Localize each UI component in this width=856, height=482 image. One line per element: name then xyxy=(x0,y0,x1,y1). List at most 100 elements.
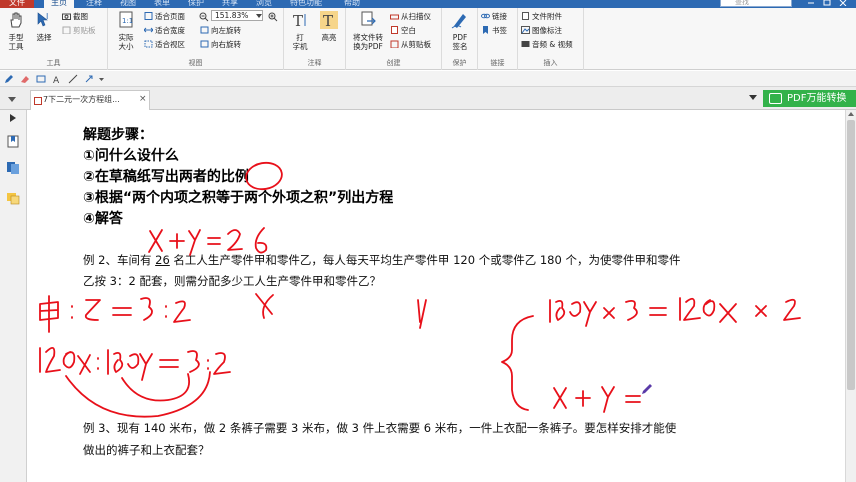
tab-protect[interactable]: 保护 xyxy=(188,0,204,8)
link-label: 链接 xyxy=(492,12,507,21)
scroll-up-icon[interactable] xyxy=(848,112,854,116)
actual-size-label: 实际 大小 xyxy=(118,33,134,51)
tab-file[interactable]: 文件 xyxy=(0,0,34,8)
tab-form[interactable]: 表单 xyxy=(154,0,170,8)
link-button[interactable]: 链接 xyxy=(481,11,507,22)
group-protect-label: 保护 xyxy=(452,59,467,67)
chevron-down-icon[interactable] xyxy=(749,95,757,100)
bookmark-label: 书签 xyxy=(492,26,507,35)
link-icon xyxy=(481,13,490,19)
select-tool-button[interactable]: I 选择 xyxy=(30,11,58,42)
fit-width-icon xyxy=(144,27,153,33)
fit-page-button[interactable]: 适合页面 xyxy=(144,11,185,22)
fit-visible-label: 适合视区 xyxy=(155,40,185,49)
actual-size-icon: 1:1 xyxy=(119,11,133,28)
file-attachment-label: 文件附件 xyxy=(532,12,562,21)
chevron-down-icon[interactable] xyxy=(98,74,105,84)
ink-brace xyxy=(501,315,534,411)
highlight-button[interactable]: T 高亮 xyxy=(315,11,343,42)
bookmark-icon xyxy=(483,26,488,34)
document-tab[interactable]: 7下二元一次方程组... xyxy=(30,90,150,110)
tab-browse[interactable]: 浏览 xyxy=(256,0,272,8)
rotate-right-label: 向右旋转 xyxy=(211,40,241,49)
zoom-in-icon[interactable] xyxy=(268,12,278,22)
ribbon: 手型 工具 I 选择 截图 剪贴板 工具 1:1 实际 大小 适合页面 适合宽度… xyxy=(0,8,856,70)
clipboard-button[interactable]: 剪贴板 xyxy=(62,25,96,36)
rotate-left-button[interactable]: 向左旋转 xyxy=(200,25,241,36)
maximize-icon[interactable] xyxy=(822,0,832,6)
bookmark-button[interactable]: 书签 xyxy=(481,25,507,36)
blank-button[interactable]: 空白 xyxy=(390,25,416,36)
close-tab-icon[interactable]: × xyxy=(139,95,148,104)
group-create: 将文件转 换为PDF 从扫描仪 空白 从剪贴板 创建 xyxy=(346,8,442,70)
group-links-label: 链接 xyxy=(490,59,505,67)
ink-equation-1 xyxy=(549,297,801,327)
rotate-left-icon xyxy=(200,26,209,34)
minimize-icon[interactable] xyxy=(806,0,816,6)
blank-label: 空白 xyxy=(401,26,416,35)
ink-cross-arrow-inner xyxy=(121,373,190,402)
fit-width-label: 适合宽度 xyxy=(155,26,185,35)
scrollbar-thumb[interactable] xyxy=(847,120,855,390)
chevron-down-icon[interactable] xyxy=(256,14,262,19)
bookmarks-panel-icon[interactable] xyxy=(6,135,20,148)
search-input[interactable]: 查找 xyxy=(720,0,792,7)
tab-view[interactable]: 视图 xyxy=(120,0,136,8)
comments-panel-icon[interactable] xyxy=(6,192,20,205)
pdf-file-icon xyxy=(34,97,42,105)
convert-to-pdf-button[interactable]: 将文件转 换为PDF xyxy=(350,11,386,51)
file-attachment-button[interactable]: 文件附件 xyxy=(521,11,562,22)
from-clipboard-button[interactable]: 从剪贴板 xyxy=(390,39,431,50)
pdf-sign-button[interactable]: PDF 签名 xyxy=(446,11,474,51)
expand-panel-icon[interactable] xyxy=(10,114,16,122)
group-create-label: 创建 xyxy=(386,59,401,67)
clipboard-icon xyxy=(62,26,71,34)
document-page[interactable]: 解题步骤： ①问什么设什么 ②在草稿纸写出两者的比例 ③根据“两个内项之积等于两… xyxy=(28,110,845,482)
lasso-icon[interactable] xyxy=(84,74,94,84)
fit-page-label: 适合页面 xyxy=(155,12,185,21)
pdf-sign-label: PDF 签名 xyxy=(452,33,468,51)
attachment-icon xyxy=(522,12,529,20)
fit-width-button[interactable]: 适合宽度 xyxy=(144,25,185,36)
audio-video-button[interactable]: 音频 & 视频 xyxy=(521,39,573,50)
svg-text:1:1: 1:1 xyxy=(122,17,133,25)
hand-tool-label: 手型 工具 xyxy=(8,33,24,51)
line-tool-icon[interactable] xyxy=(68,74,78,84)
audio-video-label: 音频 & 视频 xyxy=(532,40,573,49)
close-window-icon[interactable] xyxy=(838,0,848,6)
tab-comment[interactable]: 注释 xyxy=(86,0,102,8)
pages-panel-icon[interactable] xyxy=(6,161,20,174)
typewriter-button[interactable]: T 打 字机 xyxy=(286,11,314,51)
tab-list-icon[interactable] xyxy=(8,95,16,103)
highlight-icon: T xyxy=(320,11,338,30)
tab-home[interactable]: 主页 xyxy=(44,0,74,8)
screenshot-button[interactable]: 截图 xyxy=(62,11,88,22)
rotate-right-button[interactable]: 向右旋转 xyxy=(200,39,241,50)
svg-text:I: I xyxy=(46,12,48,21)
pdf-convert-button[interactable]: PDF万能转换 xyxy=(763,90,856,107)
tab-help[interactable]: 帮助 xyxy=(344,0,360,8)
vertical-scrollbar[interactable] xyxy=(845,110,856,482)
text-edit-icon[interactable]: A xyxy=(52,74,62,84)
handwriting-layer xyxy=(39,161,801,418)
from-scanner-label: 从扫描仪 xyxy=(401,12,431,21)
hand-tool-button[interactable]: 手型 工具 xyxy=(2,11,30,51)
zoom-out-icon[interactable] xyxy=(199,12,209,22)
tab-share[interactable]: 共享 xyxy=(222,0,238,8)
fit-visible-button[interactable]: 适合视区 xyxy=(144,39,185,50)
eraser-icon[interactable] xyxy=(20,74,30,84)
typewriter-label: 打 字机 xyxy=(292,33,308,51)
group-comment-label: 注释 xyxy=(307,59,322,67)
pencil-icon[interactable] xyxy=(4,74,14,84)
image-edit-icon[interactable] xyxy=(36,74,46,84)
ink-ratio-equation xyxy=(39,346,231,381)
group-insert: 文件附件 图像标注 音频 & 视频 插入 xyxy=(518,8,584,70)
from-scanner-button[interactable]: 从扫描仪 xyxy=(390,11,431,22)
actual-size-button[interactable]: 1:1 实际 大小 xyxy=(112,11,140,51)
quick-toolbar: A xyxy=(0,71,856,87)
image-annotation-button[interactable]: 图像标注 xyxy=(521,25,562,36)
tab-features[interactable]: 特色功能 xyxy=(290,0,322,8)
ink-x-label xyxy=(255,293,274,319)
svg-text:T: T xyxy=(323,12,333,29)
ink-y-label xyxy=(417,299,427,329)
